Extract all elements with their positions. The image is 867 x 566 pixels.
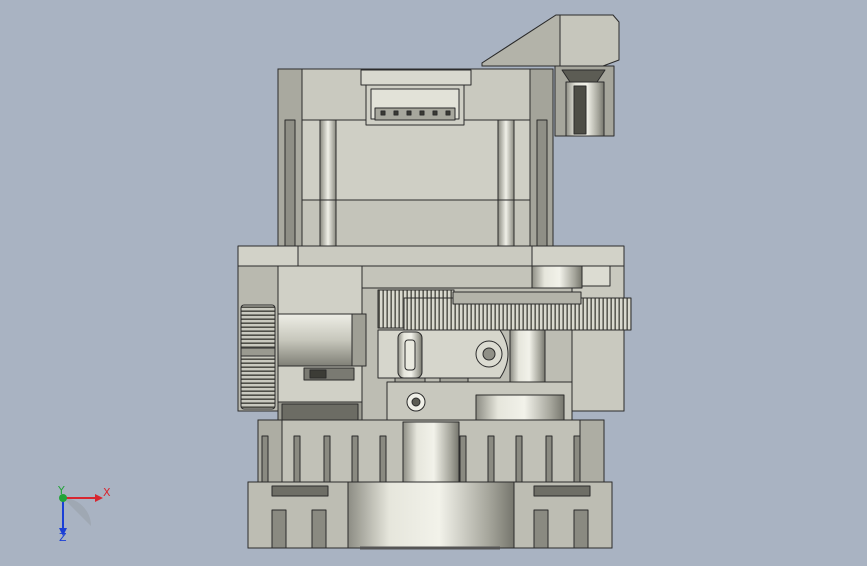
mounting-collar: [257, 419, 605, 483]
triad-z-label: Z: [59, 531, 67, 544]
triad-x-label: X: [103, 486, 111, 499]
triad-y-label: Y: [58, 484, 65, 497]
orientation-triad: [59, 494, 103, 536]
motor-wire-connector: [360, 69, 472, 126]
cad-viewport[interactable]: X Y Z: [0, 0, 867, 562]
assembly-drawing: [59, 14, 632, 550]
base-flange: [247, 481, 613, 550]
side-knob: [240, 304, 276, 410]
